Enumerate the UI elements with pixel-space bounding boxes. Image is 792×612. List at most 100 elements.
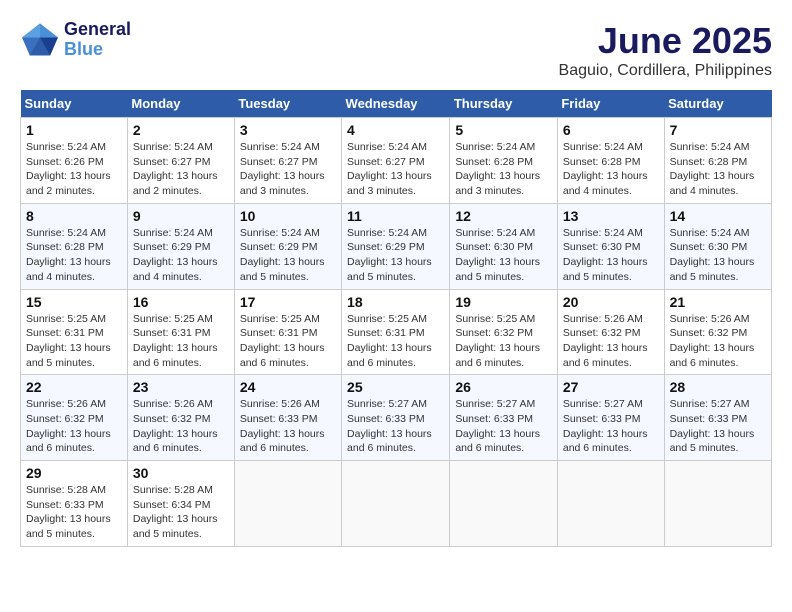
- weekday-header-tuesday: Tuesday: [234, 90, 341, 118]
- calendar-cell: 9 Sunrise: 5:24 AM Sunset: 6:29 PM Daylig…: [127, 203, 234, 289]
- calendar-cell: 18 Sunrise: 5:25 AM Sunset: 6:31 PM Dayli…: [342, 289, 450, 375]
- weekday-header-friday: Friday: [557, 90, 664, 118]
- day-number: 27: [563, 379, 659, 395]
- day-info: Sunrise: 5:27 AM Sunset: 6:33 PM Dayligh…: [347, 397, 444, 456]
- day-number: 14: [670, 208, 766, 224]
- day-number: 29: [26, 465, 122, 481]
- day-number: 30: [133, 465, 229, 481]
- day-info: Sunrise: 5:24 AM Sunset: 6:28 PM Dayligh…: [26, 226, 122, 285]
- day-info: Sunrise: 5:24 AM Sunset: 6:30 PM Dayligh…: [563, 226, 659, 285]
- calendar-cell: 11 Sunrise: 5:24 AM Sunset: 6:29 PM Dayli…: [342, 203, 450, 289]
- day-info: Sunrise: 5:27 AM Sunset: 6:33 PM Dayligh…: [455, 397, 552, 456]
- day-number: 16: [133, 294, 229, 310]
- calendar-cell: 7Sunrise: 5:24 AM Sunset: 6:28 PM Daylig…: [664, 118, 771, 204]
- calendar-cell: 1 Sunrise: 5:24 AM Sunset: 6:26 PM Daylig…: [21, 118, 128, 204]
- day-number: 17: [240, 294, 336, 310]
- calendar-cell: 5Sunrise: 5:24 AM Sunset: 6:28 PM Daylig…: [450, 118, 558, 204]
- day-number: 26: [455, 379, 552, 395]
- day-number: 28: [670, 379, 766, 395]
- calendar-week-row: 15 Sunrise: 5:25 AM Sunset: 6:31 PM Dayli…: [21, 289, 772, 375]
- weekday-header-monday: Monday: [127, 90, 234, 118]
- day-number: 11: [347, 208, 444, 224]
- day-number: 8: [26, 208, 122, 224]
- day-number: 15: [26, 294, 122, 310]
- day-info: Sunrise: 5:24 AM Sunset: 6:27 PM Dayligh…: [240, 140, 336, 199]
- calendar-cell: [234, 461, 341, 547]
- day-info: Sunrise: 5:24 AM Sunset: 6:28 PM Dayligh…: [670, 140, 766, 199]
- day-info: Sunrise: 5:24 AM Sunset: 6:29 PM Dayligh…: [133, 226, 229, 285]
- day-number: 5: [455, 122, 552, 138]
- weekday-header-row: SundayMondayTuesdayWednesdayThursdayFrid…: [21, 90, 772, 118]
- day-number: 25: [347, 379, 444, 395]
- day-number: 9: [133, 208, 229, 224]
- day-info: Sunrise: 5:24 AM Sunset: 6:28 PM Dayligh…: [563, 140, 659, 199]
- calendar-cell: 28 Sunrise: 5:27 AM Sunset: 6:33 PM Dayli…: [664, 375, 771, 461]
- day-number: 6: [563, 122, 659, 138]
- day-info: Sunrise: 5:25 AM Sunset: 6:31 PM Dayligh…: [240, 312, 336, 371]
- day-info: Sunrise: 5:25 AM Sunset: 6:32 PM Dayligh…: [455, 312, 552, 371]
- weekday-header-sunday: Sunday: [21, 90, 128, 118]
- calendar-cell: 23 Sunrise: 5:26 AM Sunset: 6:32 PM Dayli…: [127, 375, 234, 461]
- calendar-cell: 15 Sunrise: 5:25 AM Sunset: 6:31 PM Dayli…: [21, 289, 128, 375]
- calendar-cell: 27 Sunrise: 5:27 AM Sunset: 6:33 PM Dayli…: [557, 375, 664, 461]
- calendar-cell: 3 Sunrise: 5:24 AM Sunset: 6:27 PM Daylig…: [234, 118, 341, 204]
- day-number: 10: [240, 208, 336, 224]
- day-number: 3: [240, 122, 336, 138]
- day-number: 13: [563, 208, 659, 224]
- day-info: Sunrise: 5:24 AM Sunset: 6:26 PM Dayligh…: [26, 140, 122, 199]
- day-info: Sunrise: 5:24 AM Sunset: 6:29 PM Dayligh…: [347, 226, 444, 285]
- calendar-cell: 14 Sunrise: 5:24 AM Sunset: 6:30 PM Dayli…: [664, 203, 771, 289]
- weekday-header-saturday: Saturday: [664, 90, 771, 118]
- calendar-cell: 8 Sunrise: 5:24 AM Sunset: 6:28 PM Daylig…: [21, 203, 128, 289]
- day-info: Sunrise: 5:27 AM Sunset: 6:33 PM Dayligh…: [670, 397, 766, 456]
- day-info: Sunrise: 5:24 AM Sunset: 6:27 PM Dayligh…: [347, 140, 444, 199]
- day-number: 23: [133, 379, 229, 395]
- calendar-cell: 29Sunrise: 5:28 AM Sunset: 6:33 PM Dayli…: [21, 461, 128, 547]
- logo-line1: General: [64, 20, 131, 40]
- calendar-cell: 19 Sunrise: 5:25 AM Sunset: 6:32 PM Dayli…: [450, 289, 558, 375]
- calendar-cell: [342, 461, 450, 547]
- calendar-cell: 26 Sunrise: 5:27 AM Sunset: 6:33 PM Dayli…: [450, 375, 558, 461]
- weekday-header-wednesday: Wednesday: [342, 90, 450, 118]
- calendar-cell: 17 Sunrise: 5:25 AM Sunset: 6:31 PM Dayli…: [234, 289, 341, 375]
- day-number: 19: [455, 294, 552, 310]
- calendar-cell: [450, 461, 558, 547]
- day-info: Sunrise: 5:24 AM Sunset: 6:29 PM Dayligh…: [240, 226, 336, 285]
- day-info: Sunrise: 5:24 AM Sunset: 6:30 PM Dayligh…: [455, 226, 552, 285]
- calendar-cell: 20Sunrise: 5:26 AM Sunset: 6:32 PM Dayli…: [557, 289, 664, 375]
- calendar-cell: 25 Sunrise: 5:27 AM Sunset: 6:33 PM Dayli…: [342, 375, 450, 461]
- day-number: 2: [133, 122, 229, 138]
- logo-line2: Blue: [64, 40, 131, 60]
- calendar-table: SundayMondayTuesdayWednesdayThursdayFrid…: [20, 90, 772, 547]
- day-info: Sunrise: 5:25 AM Sunset: 6:31 PM Dayligh…: [347, 312, 444, 371]
- day-info: Sunrise: 5:26 AM Sunset: 6:32 PM Dayligh…: [26, 397, 122, 456]
- logo-text: General Blue: [64, 20, 131, 60]
- calendar-cell: 2Sunrise: 5:24 AM Sunset: 6:27 PM Daylig…: [127, 118, 234, 204]
- day-number: 1: [26, 122, 122, 138]
- day-info: Sunrise: 5:25 AM Sunset: 6:31 PM Dayligh…: [26, 312, 122, 371]
- calendar-week-row: 29Sunrise: 5:28 AM Sunset: 6:33 PM Dayli…: [21, 461, 772, 547]
- calendar-cell: 10 Sunrise: 5:24 AM Sunset: 6:29 PM Dayli…: [234, 203, 341, 289]
- day-number: 4: [347, 122, 444, 138]
- day-info: Sunrise: 5:27 AM Sunset: 6:33 PM Dayligh…: [563, 397, 659, 456]
- day-info: Sunrise: 5:26 AM Sunset: 6:32 PM Dayligh…: [563, 312, 659, 371]
- calendar-cell: 4 Sunrise: 5:24 AM Sunset: 6:27 PM Daylig…: [342, 118, 450, 204]
- calendar-week-row: 8 Sunrise: 5:24 AM Sunset: 6:28 PM Daylig…: [21, 203, 772, 289]
- calendar-cell: 24 Sunrise: 5:26 AM Sunset: 6:33 PM Dayli…: [234, 375, 341, 461]
- day-info: Sunrise: 5:24 AM Sunset: 6:30 PM Dayligh…: [670, 226, 766, 285]
- day-number: 24: [240, 379, 336, 395]
- day-number: 12: [455, 208, 552, 224]
- day-info: Sunrise: 5:26 AM Sunset: 6:32 PM Dayligh…: [133, 397, 229, 456]
- calendar-week-row: 22 Sunrise: 5:26 AM Sunset: 6:32 PM Dayli…: [21, 375, 772, 461]
- day-info: Sunrise: 5:28 AM Sunset: 6:34 PM Dayligh…: [133, 483, 229, 542]
- calendar-week-row: 1 Sunrise: 5:24 AM Sunset: 6:26 PM Daylig…: [21, 118, 772, 204]
- day-number: 22: [26, 379, 122, 395]
- day-info: Sunrise: 5:25 AM Sunset: 6:31 PM Dayligh…: [133, 312, 229, 371]
- calendar-cell: 30 Sunrise: 5:28 AM Sunset: 6:34 PM Dayli…: [127, 461, 234, 547]
- day-number: 21: [670, 294, 766, 310]
- calendar-cell: 22 Sunrise: 5:26 AM Sunset: 6:32 PM Dayli…: [21, 375, 128, 461]
- day-info: Sunrise: 5:26 AM Sunset: 6:33 PM Dayligh…: [240, 397, 336, 456]
- day-number: 18: [347, 294, 444, 310]
- title-block: June 2025 Baguio, Cordillera, Philippine…: [559, 20, 772, 80]
- calendar-cell: [664, 461, 771, 547]
